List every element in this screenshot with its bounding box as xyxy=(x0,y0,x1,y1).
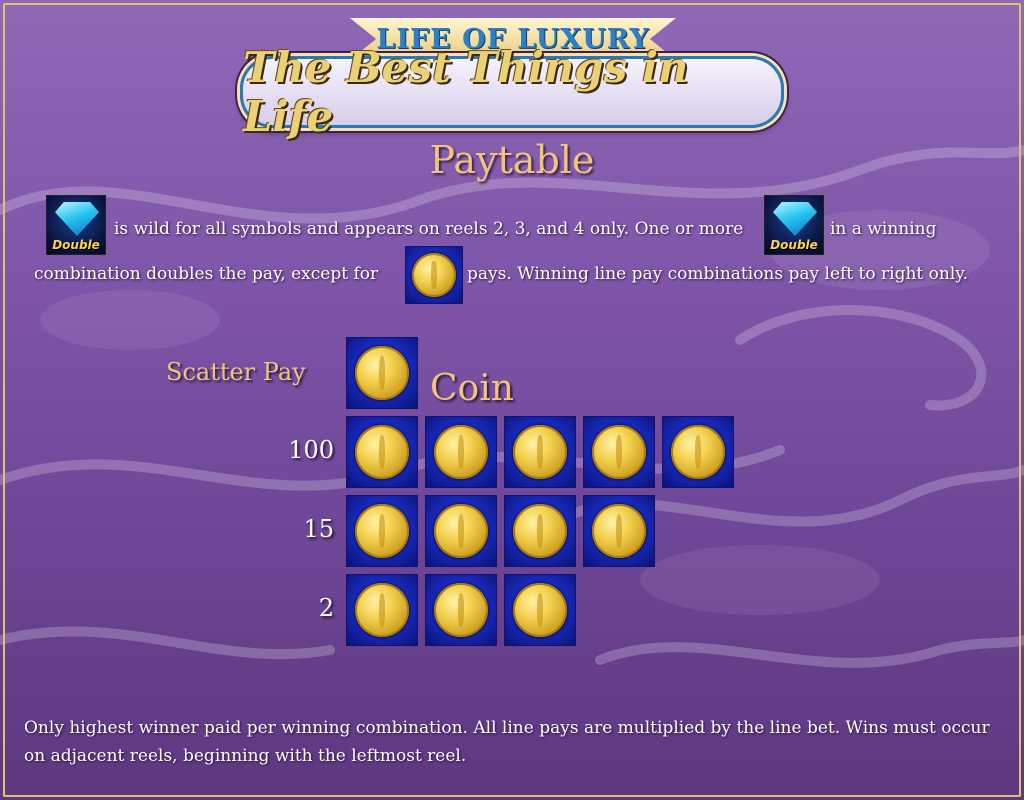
diamond-icon xyxy=(55,202,99,236)
footer-rules-text: Only highest winner paid per winning com… xyxy=(24,718,990,766)
wild-symbol-text: Double xyxy=(770,238,818,252)
coin-symbol-tile xyxy=(346,416,418,488)
scatter-pay-label: Scatter Pay xyxy=(166,358,306,386)
gold-coin-icon xyxy=(434,504,488,558)
pay-value: 15 xyxy=(303,515,334,543)
coin-symbol-tile xyxy=(662,416,734,488)
gold-coin-icon xyxy=(513,583,567,637)
wild-symbol-text: Double xyxy=(52,238,100,252)
gold-coin-icon xyxy=(434,583,488,637)
gold-coin-icon xyxy=(412,253,456,297)
diamond-icon xyxy=(773,202,817,236)
page-title: Paytable xyxy=(429,138,595,182)
coin-symbol-tile xyxy=(346,574,418,646)
coin-symbol-tile xyxy=(504,416,576,488)
scatter-symbol-name: Coin xyxy=(430,368,514,409)
logo-main-text: The Best Things in Life xyxy=(243,43,689,141)
pay-value: 100 xyxy=(288,436,334,464)
pay-value: 2 xyxy=(318,594,334,622)
gold-coin-icon xyxy=(355,346,409,400)
wild-symbol-icon: Double xyxy=(764,195,824,255)
coin-symbol-tile xyxy=(504,495,576,567)
coin-symbol-tile xyxy=(425,416,497,488)
logo-plaque: The Best Things in Life xyxy=(240,43,784,141)
gold-coin-icon xyxy=(355,425,409,479)
coin-symbol-tile xyxy=(504,574,576,646)
wild-symbol-icon: Double xyxy=(46,195,106,255)
gold-coin-icon xyxy=(592,425,646,479)
scatter-symbol-tile xyxy=(346,337,418,409)
gold-coin-icon xyxy=(671,425,725,479)
coin-symbol-tile xyxy=(583,495,655,567)
gold-coin-icon xyxy=(355,504,409,558)
gold-coin-icon xyxy=(434,425,488,479)
gold-coin-icon xyxy=(592,504,646,558)
gold-coin-icon xyxy=(355,583,409,637)
coin-symbol-tile xyxy=(583,416,655,488)
intro-line1-part2: in a winning xyxy=(830,219,937,239)
coin-symbol-tile xyxy=(346,495,418,567)
coin-symbol-tile xyxy=(425,495,497,567)
gold-coin-icon xyxy=(513,504,567,558)
intro-line2-part2: pays. Winning line pay combinations pay … xyxy=(467,264,969,284)
gold-coin-icon xyxy=(513,425,567,479)
game-logo: LIFE OF LUXURY The Best Things in Life xyxy=(240,6,784,141)
coin-symbol-tile xyxy=(425,574,497,646)
coin-symbol-tile xyxy=(405,246,463,304)
